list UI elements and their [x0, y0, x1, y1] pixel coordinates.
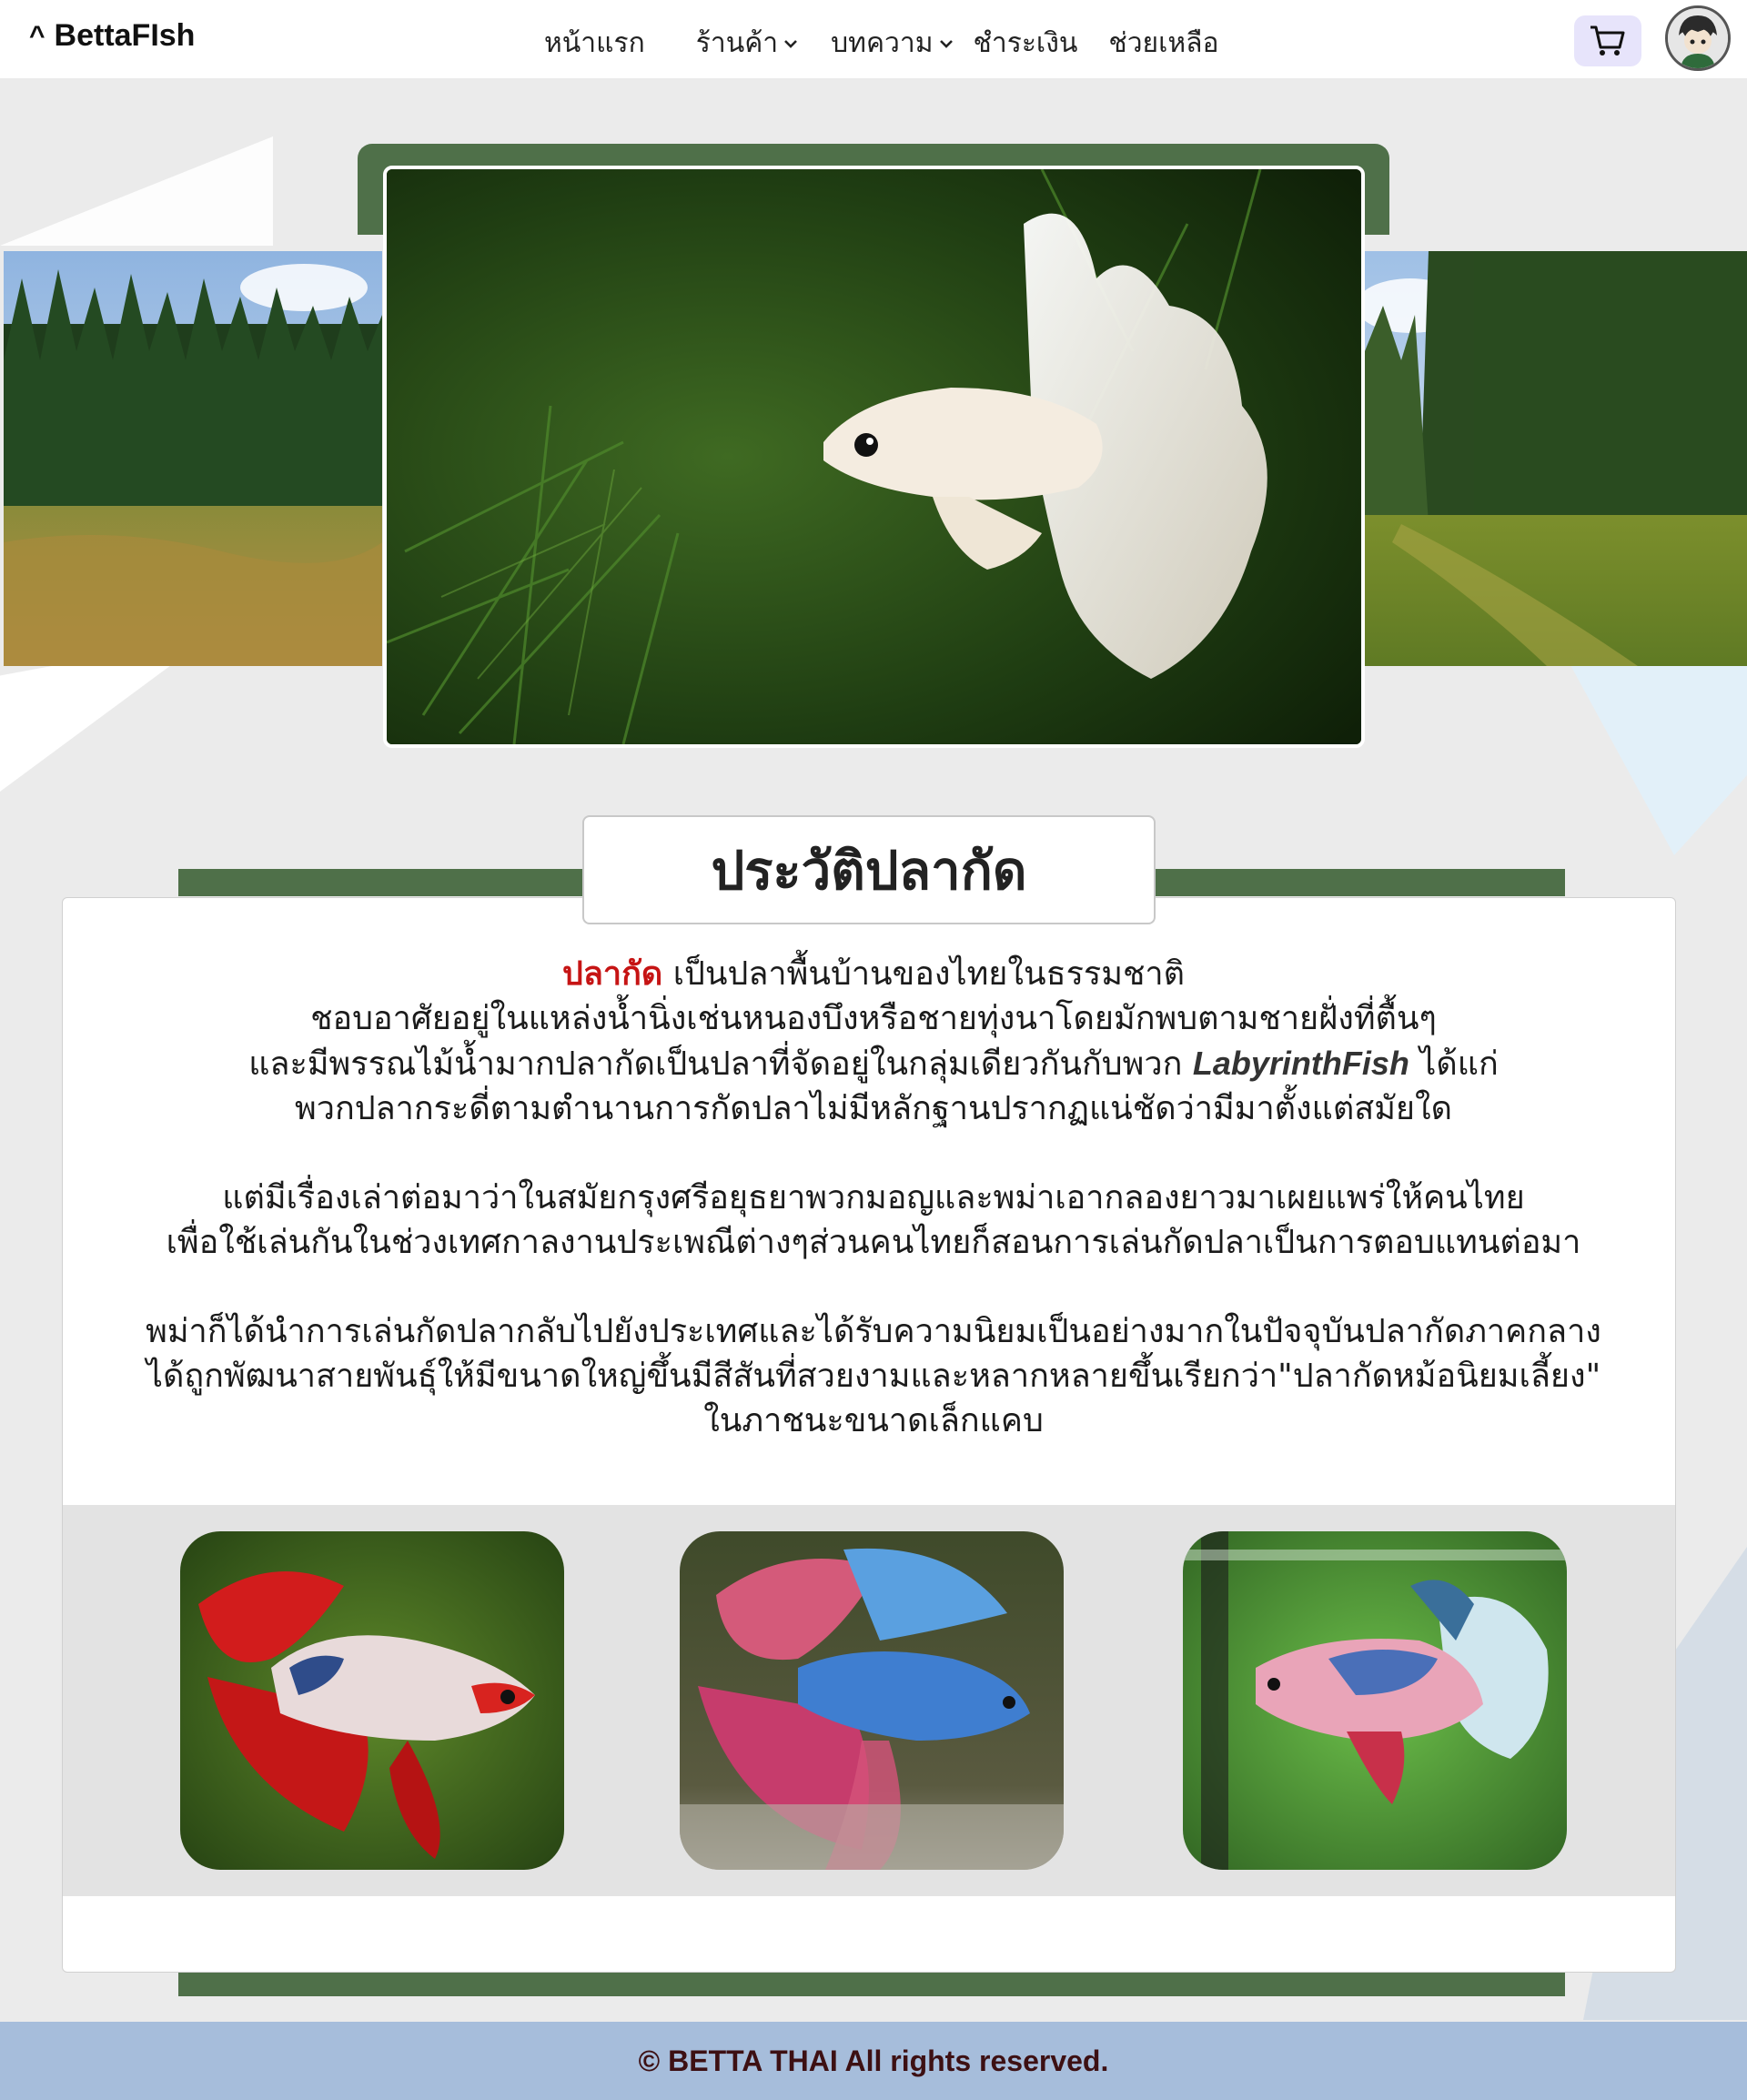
- history-paragraph-1: ปลากัด เป็นปลาพื้นบ้านของไทยในธรรมชาติ ช…: [118, 952, 1629, 1131]
- section-accent-band: [178, 1973, 1565, 1996]
- nav-home[interactable]: หน้าแรก: [544, 22, 645, 65]
- history-article: ปลากัด เป็นปลาพื้นบ้านของไทยในธรรมชาติ ช…: [118, 952, 1629, 1488]
- text-line: และมีพรรณไม้น้ำมากปลากัดเป็นปลาที่จัดอยู…: [248, 1045, 1193, 1083]
- text-line: ในภาชนะขนาดเล็กแคบ: [703, 1402, 1044, 1439]
- history-paragraph-3: พม่าก็ได้นำการเล่นกัดปลากลับไปยังประเทศแ…: [118, 1309, 1629, 1443]
- gallery-image-koi-betta[interactable]: [1183, 1531, 1567, 1870]
- koi-betta-fish-image: [1183, 1531, 1567, 1870]
- brand-caret: ^: [29, 20, 45, 51]
- text-line: ชอบอาศัยอยู่ในแหล่งน้ำนิ่งเช่นหนองบึงหรื…: [310, 1000, 1437, 1037]
- text-line: ได้ถูกพัฒนาสายพันธุ์ให้มีขนาดใหญ่ขึ้นมีส…: [146, 1358, 1601, 1395]
- hero-main-image[interactable]: [383, 166, 1365, 748]
- carousel-prev-image[interactable]: [4, 251, 382, 666]
- highlight-labyrinth-fish: LabyrinthFish: [1192, 1045, 1409, 1082]
- betta-gallery: [63, 1505, 1675, 1896]
- nav-help-label: ช่วยเหลือ: [1108, 27, 1219, 59]
- gallery-image-red-betta[interactable]: [180, 1531, 564, 1870]
- cart-icon: [1590, 25, 1625, 56]
- red-betta-fish-image: [180, 1531, 564, 1870]
- text-line: พวกปลากระดี่ตามตำนานการกัดปลาไม่มีหลักฐา…: [295, 1090, 1452, 1127]
- text-line: แต่มีเรื่องเล่าต่อมาว่าในสมัยกรุงศรีอยุธ…: [222, 1179, 1525, 1217]
- history-paragraph-2: แต่มีเรื่องเล่าต่อมาว่าในสมัยกรุงศรีอยุธ…: [118, 1176, 1629, 1265]
- nav-payment-label: ชำระเงิน: [973, 27, 1078, 59]
- nav-home-label: หน้าแรก: [544, 27, 645, 59]
- main-nav: หน้าแรก ร้านค้า บทความ ชำระเงิน ช่วยเหลื…: [544, 22, 1219, 65]
- carousel-next-image[interactable]: [1365, 251, 1747, 666]
- brand-logo[interactable]: ^ BettaFIsh: [29, 18, 195, 54]
- history-title-box: ประวัติปลากัด: [582, 815, 1156, 924]
- blue-betta-fish-image: [680, 1531, 1064, 1870]
- text-line: พม่าก็ได้นำการเล่นกัดปลากลับไปยังประเทศแ…: [146, 1313, 1601, 1350]
- nav-articles-dropdown[interactable]: บทความ: [831, 22, 953, 65]
- text-line: เป็นปลาพื้นบ้านของไทยในธรรมชาติ: [662, 955, 1185, 993]
- user-avatar-image: [1668, 8, 1728, 68]
- avatar[interactable]: [1665, 5, 1731, 71]
- chevron-down-icon: [784, 39, 798, 48]
- text-line: เพื่อใช้เล่นกันในช่วงเทศกาลงานประเพณีต่า…: [166, 1224, 1581, 1261]
- text-line: ได้แก่: [1409, 1045, 1499, 1083]
- nav-articles-label: บทความ: [831, 27, 934, 59]
- top-navbar: ^ BettaFIsh หน้าแรก ร้านค้า บทความ ชำระเ…: [0, 0, 1747, 78]
- footer: © BETTA THAI All rights reserved.: [0, 2022, 1747, 2100]
- chevron-down-icon: [939, 39, 953, 48]
- background-shape: [1565, 655, 1747, 855]
- nav-help[interactable]: ช่วยเหลือ: [1108, 22, 1218, 65]
- cart-button[interactable]: [1574, 15, 1641, 66]
- history-title: ประวัติปลากัด: [711, 839, 1027, 902]
- nav-payment[interactable]: ชำระเงิน: [974, 22, 1078, 65]
- gallery-image-blue-betta[interactable]: [680, 1531, 1064, 1870]
- nav-shop-dropdown[interactable]: ร้านค้า: [696, 22, 798, 65]
- brand-name: BettaFIsh: [54, 18, 196, 53]
- background-shape: [0, 136, 273, 246]
- copyright-text: © BETTA THAI All rights reserved.: [638, 2044, 1109, 2077]
- highlight-betta-word: ปลากัด: [562, 955, 663, 993]
- forest-path-image: [1365, 251, 1747, 666]
- forest-meadow-image: [4, 251, 382, 666]
- nav-shop-label: ร้านค้า: [695, 27, 779, 59]
- white-betta-fish-image: [387, 169, 1361, 744]
